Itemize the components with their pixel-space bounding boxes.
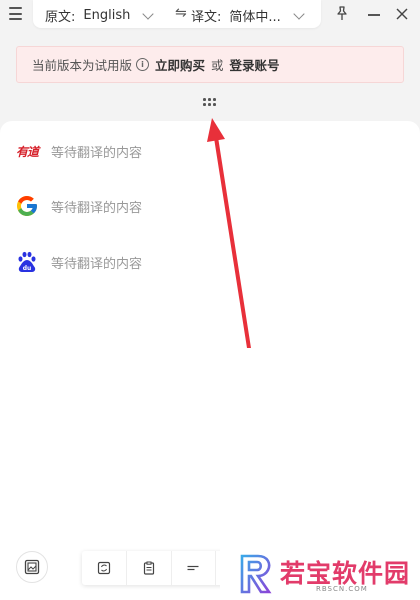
- chevron-down-icon: [142, 7, 155, 20]
- google-logo-icon: [14, 193, 40, 219]
- svg-text:du: du: [23, 265, 32, 272]
- login-link[interactable]: 登录账号: [230, 55, 280, 74]
- youdao-logo-icon: 有道: [15, 144, 39, 159]
- pin-icon[interactable]: [333, 5, 351, 23]
- swap-languages-icon[interactable]: ⇋: [175, 5, 187, 21]
- image-scan-icon: [24, 559, 40, 575]
- refresh-translate-button[interactable]: [82, 551, 127, 585]
- buy-now-link[interactable]: 立即购买: [155, 55, 205, 74]
- clipboard-icon: [143, 561, 154, 575]
- engine-row-baidu[interactable]: du 等待翻译的内容: [14, 249, 142, 275]
- source-language-value: English: [83, 8, 131, 23]
- lines-icon: [187, 565, 199, 571]
- title-bar: 原文: English ⇋ 译文: 简体中...: [0, 0, 420, 30]
- info-icon[interactable]: i: [136, 58, 150, 71]
- baidu-logo-icon: du: [14, 249, 40, 275]
- close-button[interactable]: [394, 6, 410, 22]
- target-language-value: 简体中...: [229, 10, 281, 25]
- drag-handle-icon[interactable]: [203, 98, 217, 108]
- target-language-dropdown[interactable]: 译文: 简体中...: [191, 6, 305, 25]
- clipboard-button[interactable]: [127, 551, 172, 585]
- trial-notice-text: 当前版本为试用版: [32, 58, 133, 73]
- minimize-button[interactable]: [368, 14, 380, 16]
- or-text: 或: [211, 58, 224, 73]
- target-language-label: 译文:: [191, 10, 222, 25]
- screenshot-ocr-button[interactable]: [16, 551, 48, 583]
- source-language-label: 原文:: [45, 10, 76, 25]
- chevron-down-icon: [293, 7, 305, 20]
- engine-row-youdao[interactable]: 有道 等待翻译的内容: [14, 138, 142, 164]
- trial-banner: 当前版本为试用版 i 立即购买 或 登录账号: [16, 46, 404, 83]
- engine-status: 等待翻译的内容: [51, 145, 143, 161]
- language-selector: 原文: English ⇋ 译文: 简体中...: [33, 0, 321, 28]
- translate-refresh-icon: [97, 561, 110, 575]
- translation-results-panel: 有道 等待翻译的内容 等待翻译的内容 du 等待翻译的内容: [0, 121, 420, 600]
- source-language-dropdown[interactable]: 原文: English: [45, 6, 155, 25]
- text-format-button[interactable]: [172, 551, 217, 585]
- watermark-subtext: RBSCN.COM: [316, 585, 368, 593]
- watermark: 若宝软件园 RBSCN.COM: [220, 548, 420, 600]
- engine-row-google[interactable]: 等待翻译的内容: [14, 193, 142, 219]
- engine-status: 等待翻译的内容: [51, 256, 143, 272]
- menu-icon[interactable]: [9, 7, 22, 20]
- watermark-r-logo-icon: [240, 554, 272, 594]
- engine-status: 等待翻译的内容: [51, 200, 143, 216]
